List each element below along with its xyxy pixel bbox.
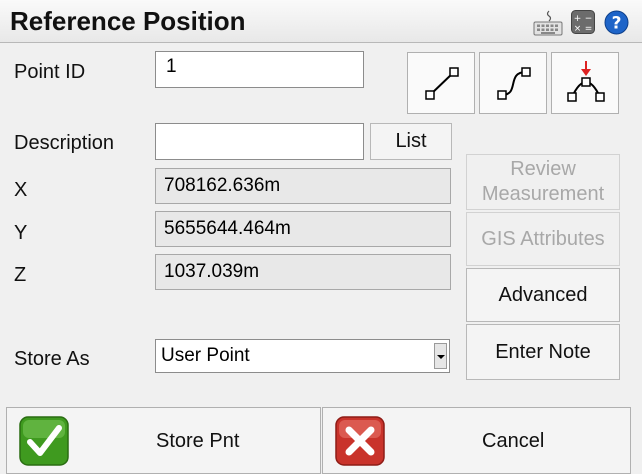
- dropdown-arrow-icon[interactable]: [434, 343, 447, 369]
- curve-icon: [497, 67, 531, 100]
- svg-text:+: +: [574, 14, 582, 24]
- store-point-label: Store Pnt: [156, 430, 240, 452]
- curve-button[interactable]: [479, 52, 547, 114]
- line-icon: [425, 67, 459, 100]
- review-measurement-button[interactable]: Review Measurement: [466, 154, 620, 210]
- page-title: Reference Position: [10, 6, 246, 36]
- review-measurement-line2: Measurement: [481, 183, 605, 205]
- y-value: 5655644.464m: [155, 211, 451, 247]
- svg-text:?: ?: [612, 14, 622, 34]
- y-label: Y: [14, 222, 28, 244]
- z-value: 1037.039m: [155, 254, 451, 290]
- cancel-icon: [335, 416, 385, 466]
- arc-button[interactable]: [551, 52, 619, 114]
- svg-text:=: =: [585, 24, 593, 34]
- point-id-label: Point ID: [14, 61, 86, 83]
- enter-note-button[interactable]: Enter Note: [466, 324, 620, 380]
- store-as-select[interactable]: User Point: [155, 339, 450, 373]
- svg-text:−: −: [585, 14, 593, 24]
- line-button[interactable]: [407, 52, 475, 114]
- description-input[interactable]: [155, 123, 364, 160]
- cancel-button[interactable]: Cancel: [322, 407, 631, 474]
- svg-text:×: ×: [574, 24, 582, 34]
- keyboard-icon[interactable]: [533, 9, 563, 37]
- description-label: Description: [14, 132, 115, 154]
- store-as-value: User Point: [161, 345, 250, 366]
- gis-attributes-button[interactable]: GIS Attributes: [466, 212, 620, 266]
- cancel-label: Cancel: [482, 430, 545, 452]
- list-button[interactable]: List: [370, 123, 452, 160]
- store-as-label: Store As: [14, 348, 90, 370]
- calculator-icon[interactable]: + − × =: [571, 10, 595, 34]
- help-icon[interactable]: ?: [604, 10, 629, 35]
- store-point-button[interactable]: Store Pnt: [6, 407, 321, 474]
- arc-icon: [567, 61, 605, 102]
- x-label: X: [14, 179, 28, 201]
- title-bar: Reference Position + − × = ?: [0, 0, 642, 43]
- checkmark-icon: [19, 416, 69, 466]
- review-measurement-line1: Review: [510, 158, 576, 180]
- x-value: 708162.636m: [155, 168, 451, 204]
- z-label: Z: [14, 264, 27, 286]
- advanced-button[interactable]: Advanced: [466, 268, 620, 322]
- point-id-input[interactable]: 1: [155, 51, 364, 88]
